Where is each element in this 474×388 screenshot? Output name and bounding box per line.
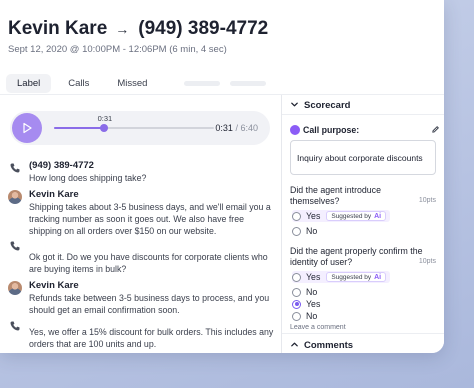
tab-missed[interactable]: Missed — [106, 74, 158, 93]
message-speaker: (949) 389-4772 — [29, 160, 94, 171]
ai-icon: Ai — [374, 212, 382, 220]
question-points: 10pts — [418, 197, 436, 204]
message-text: How long does shipping take? — [29, 173, 147, 183]
option-label: No — [306, 311, 318, 321]
arrow-right-icon: → — [115, 21, 130, 37]
scrubber-time-label: 0:31 — [97, 114, 113, 123]
phone-icon — [10, 321, 20, 331]
call-purpose-value: Inquiry about corporate discounts — [297, 153, 423, 163]
avatar — [8, 281, 22, 295]
tab-placeholder — [184, 80, 221, 86]
message-text: Shipping takes about 3-5 business days, … — [29, 202, 271, 236]
option-label: Yes — [306, 299, 321, 309]
call-purpose-row: Call purpose: — [290, 125, 440, 137]
call-purpose-field[interactable]: Inquiry about corporate discounts — [290, 140, 436, 175]
audio-player: 0:31 0:31 / 6:40 — [10, 111, 270, 145]
message-text: Yes, we offer a 15% discount for bulk or… — [29, 327, 274, 349]
total-time: / 6:40 — [235, 123, 258, 133]
suggested-by-label: Suggested by — [331, 273, 372, 281]
question-text: Did the agent introduce themselves? — [290, 185, 381, 206]
answer-option-yes[interactable]: Yes — [292, 298, 320, 310]
audio-time: 0:31 / 6:40 — [215, 123, 258, 133]
chevron-up-icon — [291, 342, 298, 347]
leave-comment-link[interactable]: Leave a comment — [290, 324, 346, 331]
radio-button[interactable] — [292, 226, 301, 236]
question-text: Did the agent properly confirm the ident… — [290, 246, 423, 267]
sparkle-icon — [290, 125, 300, 135]
tab-bar: Label Calls Missed — [6, 73, 276, 93]
answer-option-yes[interactable]: Yes Suggested by Ai — [292, 271, 391, 283]
suggested-by-label: Suggested by — [331, 212, 372, 220]
call-header: Kevin Kare → (949) 389-4772 — [8, 18, 268, 40]
scrubber-handle[interactable] — [99, 124, 108, 132]
radio-button[interactable] — [292, 311, 301, 321]
option-label: Yes — [306, 272, 321, 282]
radio-button-selected[interactable] — [292, 299, 301, 309]
message-text: Ok got it. Do we you have discounts for … — [29, 252, 268, 274]
answer-option-no[interactable]: No — [292, 286, 317, 298]
option-label: Yes — [306, 211, 321, 221]
audio-progress — [54, 127, 104, 129]
comments-header[interactable]: Comments — [282, 333, 444, 353]
answer-option-yes[interactable]: Yes Suggested by Ai — [292, 210, 391, 222]
question-points: 10pts — [418, 258, 436, 265]
current-time: 0:31 — [215, 123, 233, 133]
avatar — [8, 190, 22, 204]
contact-name[interactable]: Kevin Kare — [8, 18, 107, 40]
comments-title: Comments — [304, 340, 354, 351]
phone-icon — [10, 163, 20, 173]
play-icon — [23, 122, 32, 134]
radio-button[interactable] — [292, 272, 301, 282]
call-meta: Sept 12, 2020 @ 10:00PM - 12:06PM (6 min… — [8, 44, 227, 55]
option-label: No — [306, 226, 318, 236]
answer-option-no[interactable]: No — [292, 310, 317, 322]
message-speaker: Kevin Kare — [29, 189, 79, 200]
radio-button[interactable] — [292, 211, 301, 221]
call-detail-card: Kevin Kare → (949) 389-4772 Sept 12, 202… — [0, 0, 444, 353]
suggested-badge: Suggested by Ai — [326, 272, 387, 282]
ai-icon: Ai — [374, 273, 382, 281]
phone-icon — [10, 241, 20, 251]
message-text: Refunds take between 3-5 business days t… — [29, 293, 270, 315]
pencil-icon[interactable] — [431, 125, 440, 134]
chevron-down-icon — [291, 102, 298, 107]
tab-calls[interactable]: Calls — [57, 74, 100, 93]
option-label: No — [306, 287, 318, 297]
scorecard-title: Scorecard — [304, 100, 351, 111]
message-speaker: Kevin Kare — [29, 280, 79, 291]
suggested-badge: Suggested by Ai — [326, 211, 387, 221]
tab-label[interactable]: Label — [6, 73, 52, 93]
scorecard-panel: Scorecard Call purpose: Inquiry about co… — [281, 95, 444, 353]
call-purpose-label: Call purpose: — [303, 125, 360, 135]
play-button[interactable] — [12, 113, 42, 143]
tab-placeholder — [230, 80, 267, 86]
audio-scrubber[interactable]: 0:31 — [54, 114, 214, 132]
radio-button[interactable] — [292, 287, 301, 297]
answer-option-no[interactable]: No — [292, 225, 317, 237]
phone-number[interactable]: (949) 389-4772 — [138, 18, 268, 40]
scorecard-header[interactable]: Scorecard — [282, 95, 444, 115]
